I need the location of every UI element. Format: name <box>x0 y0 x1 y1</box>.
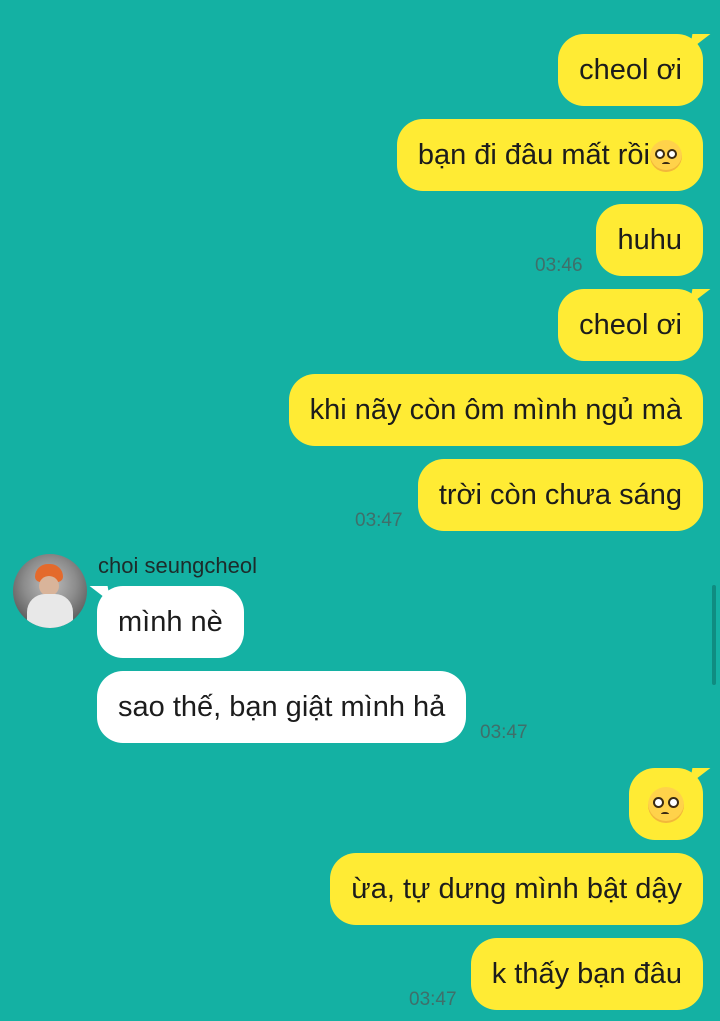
message-bubble-outgoing[interactable]: trời còn chưa sáng <box>417 459 703 531</box>
message-text: ừa, tự dưng mình bật dậy <box>351 873 682 905</box>
chat-thread[interactable]: cheol ơi bạn đi đâu mất rồi huhu 03:46 c… <box>0 0 720 1021</box>
sender-name: choi seungcheol <box>98 553 258 578</box>
avatar[interactable] <box>13 554 87 628</box>
message-bubble-outgoing[interactable]: bạn đi đâu mất rồi <box>396 119 703 191</box>
message-text: huhu <box>617 224 682 256</box>
message-timestamp: 03:47 <box>480 722 528 743</box>
message-text: sao thế, bạn giật mình hả <box>118 691 446 723</box>
message-text: mình nè <box>118 606 223 638</box>
message-bubble-outgoing[interactable]: khi nãy còn ôm mình ngủ mà <box>288 374 703 446</box>
message-bubble-incoming[interactable]: sao thế, bạn giật mình hả <box>97 671 467 743</box>
message-bubble-outgoing[interactable] <box>629 768 703 840</box>
message-timestamp: 03:47 <box>409 989 457 1010</box>
message-bubble-outgoing[interactable]: ừa, tự dưng mình bật dậy <box>330 853 703 925</box>
message-text: trời còn chưa sáng <box>438 479 682 511</box>
message-text: khi nãy còn ôm mình ngủ mà <box>309 394 682 426</box>
message-timestamp: 03:47 <box>355 510 403 531</box>
message-text: k thấy bạn đâu <box>491 958 682 990</box>
scrollbar[interactable] <box>712 585 716 685</box>
message-bubble-outgoing[interactable]: k thấy bạn đâu <box>470 938 703 1010</box>
message-bubble-outgoing[interactable]: huhu <box>596 204 703 276</box>
message-text: cheol ơi <box>579 309 682 341</box>
message-text: cheol ơi <box>579 54 682 86</box>
message-text: bạn đi đâu mất rồi <box>417 139 650 171</box>
pleading-face-icon <box>650 140 682 173</box>
message-bubble-outgoing[interactable]: cheol ơi <box>558 289 703 361</box>
message-timestamp: 03:46 <box>535 255 583 276</box>
message-bubble-outgoing[interactable]: cheol ơi <box>558 34 703 106</box>
message-bubble-incoming[interactable]: mình nè <box>97 586 244 658</box>
pleading-face-icon <box>648 787 684 824</box>
